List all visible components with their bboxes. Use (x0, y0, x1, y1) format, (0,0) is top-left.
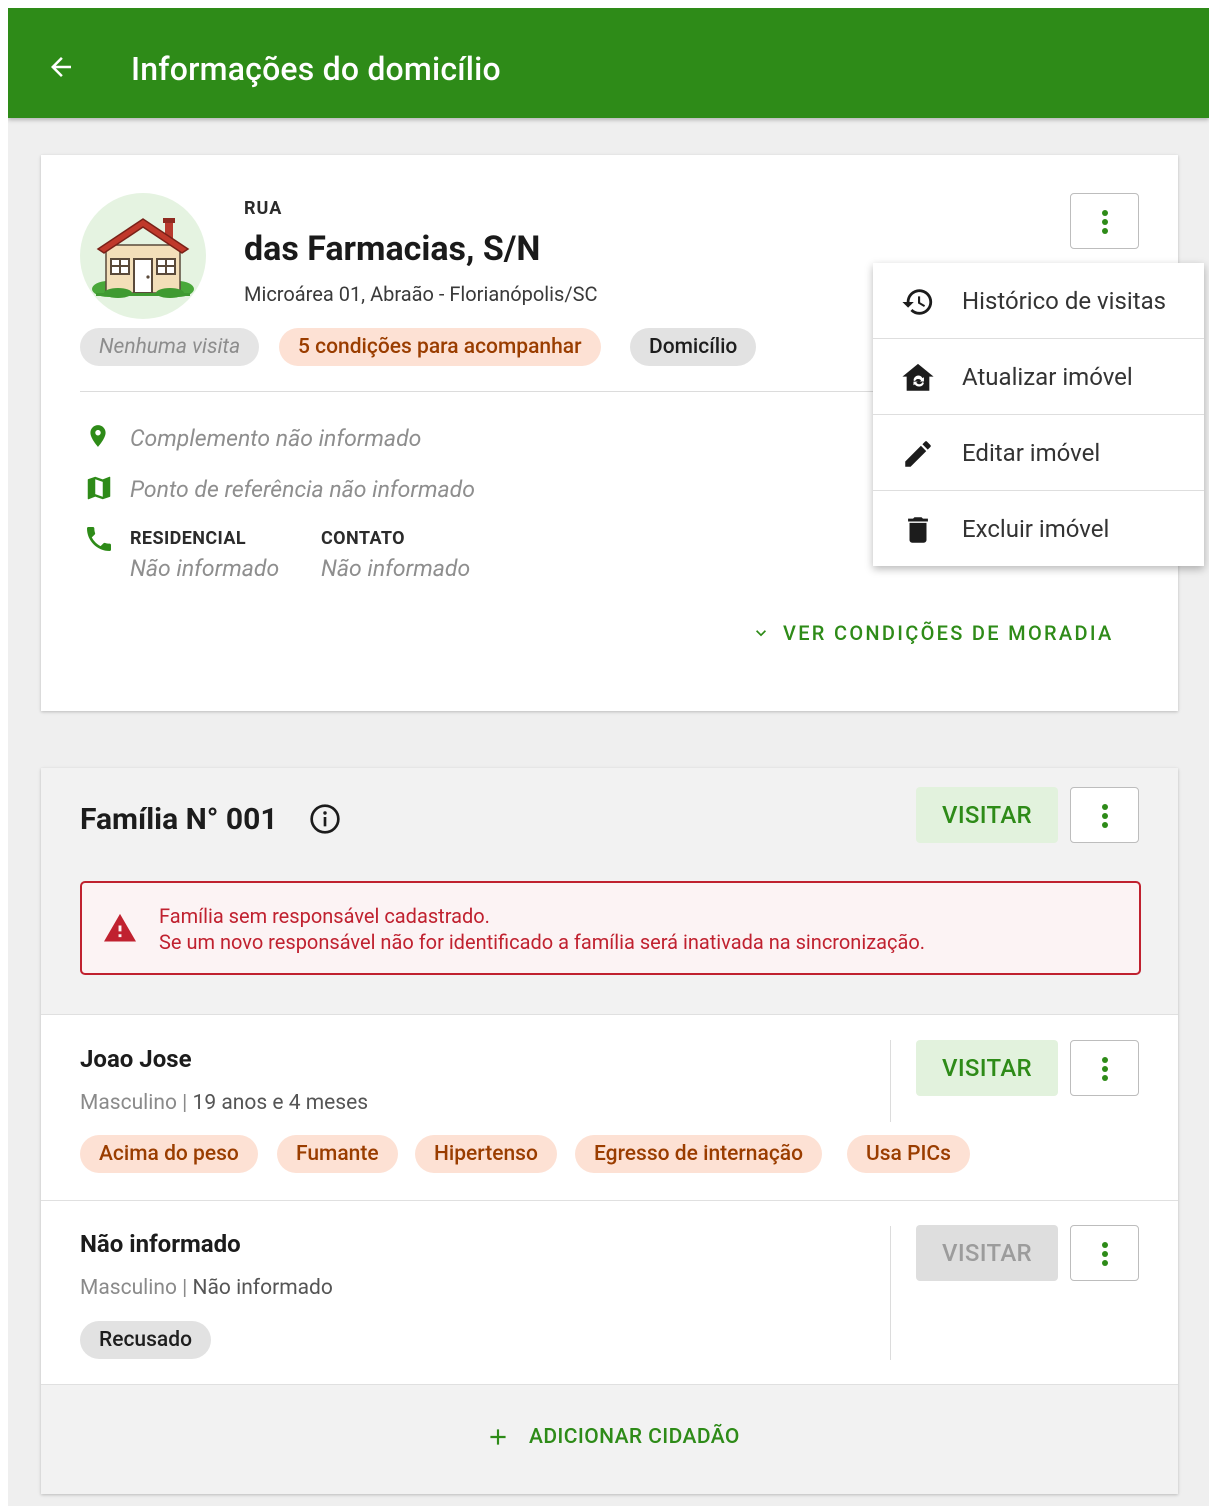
history-icon (902, 289, 933, 315)
phone-icon (87, 527, 111, 551)
vertical-divider (890, 1040, 891, 1122)
alert-text: Família sem responsável cadastrado. Se u… (159, 903, 925, 955)
street-name: das Farmacias, S/N (244, 229, 541, 269)
location-pin-icon (90, 425, 106, 447)
address-more-button[interactable] (1070, 193, 1139, 249)
divider (41, 1200, 1178, 1201)
house-sync-icon (902, 363, 934, 391)
add-citizen-content: ADICIONAR CIDADÃO (485, 1424, 740, 1450)
status-chip-visits: Nenhuma visita (80, 328, 260, 366)
member-age: Não informado (192, 1276, 333, 1300)
condition-tag: Hipertenso (415, 1135, 557, 1173)
status-chip-type: Domicílio (630, 328, 757, 366)
warning-icon (104, 913, 136, 942)
complemento-text: Complemento não informado (130, 425, 422, 452)
member-age: 19 anos e 4 meses (192, 1091, 369, 1115)
menu-item-label: Histórico de visitas (962, 287, 1167, 315)
member-row[interactable]: Joao Jose Masculino | 19 anos e 4 meses … (41, 1014, 1178, 1200)
more-vert-icon (1102, 804, 1108, 828)
app-bar: Informações do domicílio (8, 8, 1209, 118)
menu-item-historico[interactable]: Histórico de visitas (873, 263, 1204, 339)
address-menu: Histórico de visitas Atualizar imóvel Ed… (873, 263, 1204, 566)
more-vert-icon (1102, 1057, 1108, 1081)
house-avatar (80, 193, 206, 319)
condition-tag: Fumante (277, 1135, 398, 1173)
menu-item-excluir[interactable]: Excluir imóvel (873, 491, 1204, 567)
member-meta: Masculino | 19 anos e 4 meses (80, 1091, 369, 1115)
menu-item-label: Excluir imóvel (962, 515, 1110, 543)
member-sex: Masculino (80, 1276, 177, 1300)
plus-icon (490, 1429, 506, 1445)
menu-item-atualizar[interactable]: Atualizar imóvel (873, 339, 1204, 415)
alert-box: Família sem responsável cadastrado. Se u… (80, 881, 1141, 975)
chevron-down-icon (756, 630, 766, 637)
trash-icon (908, 517, 928, 543)
menu-item-editar[interactable]: Editar imóvel (873, 415, 1204, 491)
add-citizen-label: ADICIONAR CIDADÃO (529, 1425, 740, 1449)
divider (41, 1384, 1178, 1385)
add-citizen-button[interactable]: ADICIONAR CIDADÃO (41, 1384, 1178, 1494)
status-tag: Recusado (80, 1321, 211, 1359)
divider (41, 1014, 1178, 1015)
menu-item-label: Atualizar imóvel (962, 363, 1133, 391)
ver-condicoes-button[interactable]: VER CONDIÇÕES DE MORADIA (751, 618, 1114, 648)
alert-line-1: Família sem responsável cadastrado. (159, 904, 490, 928)
status-chip-conditions: 5 condições para acompanhar (279, 328, 601, 366)
member-more-button[interactable] (1070, 1040, 1139, 1096)
residencial-label: RESIDENCIAL (130, 528, 246, 549)
member-sex: Masculino (80, 1091, 177, 1115)
ver-condicoes-label: VER CONDIÇÕES DE MORADIA (783, 621, 1114, 645)
condition-tag: Usa PICs (847, 1135, 970, 1173)
member-more-button[interactable] (1070, 1225, 1139, 1281)
contato-value: Não informado (321, 555, 471, 582)
member-meta: Masculino | Não informado (80, 1276, 333, 1300)
contato-label: CONTATO (321, 528, 405, 549)
more-vert-icon (1102, 1242, 1108, 1266)
family-more-button[interactable] (1070, 787, 1139, 843)
page-title: Informações do domicílio (131, 50, 501, 88)
member-name: Joao Jose (80, 1045, 192, 1073)
condition-tag: Egresso de internação (575, 1135, 823, 1173)
member-name: Não informado (80, 1230, 241, 1258)
screen: Informações do domicílio RUA das Farmaci… (8, 8, 1209, 1506)
alert-line-2: Se um novo responsável não for identific… (159, 930, 926, 954)
referencia-text: Ponto de referência não informado (130, 476, 475, 503)
vertical-divider (890, 1226, 891, 1360)
family-visit-button[interactable]: VISITAR (916, 787, 1058, 843)
address-subtitle: Microárea 01, Abraão - Florianópolis/SC (244, 282, 598, 306)
residencial-value: Não informado (130, 555, 280, 582)
more-vert-icon (1102, 210, 1108, 234)
map-icon (87, 476, 111, 500)
info-icon[interactable] (309, 803, 341, 835)
house-icon (92, 218, 194, 298)
member-visit-button[interactable]: VISITAR (916, 1225, 1058, 1281)
member-visit-button[interactable]: VISITAR (916, 1040, 1058, 1096)
family-card: Família N° 001 VISITAR Família sem respo… (41, 768, 1178, 1494)
family-title: Família N° 001 (80, 802, 278, 837)
condition-tag: Acima do peso (80, 1135, 258, 1173)
arrow-left-icon[interactable] (46, 52, 76, 82)
member-row[interactable]: Não informado Masculino | Não informado … (41, 1200, 1178, 1384)
street-type: RUA (244, 198, 283, 219)
pencil-icon (905, 441, 931, 467)
menu-item-label: Editar imóvel (962, 439, 1101, 467)
